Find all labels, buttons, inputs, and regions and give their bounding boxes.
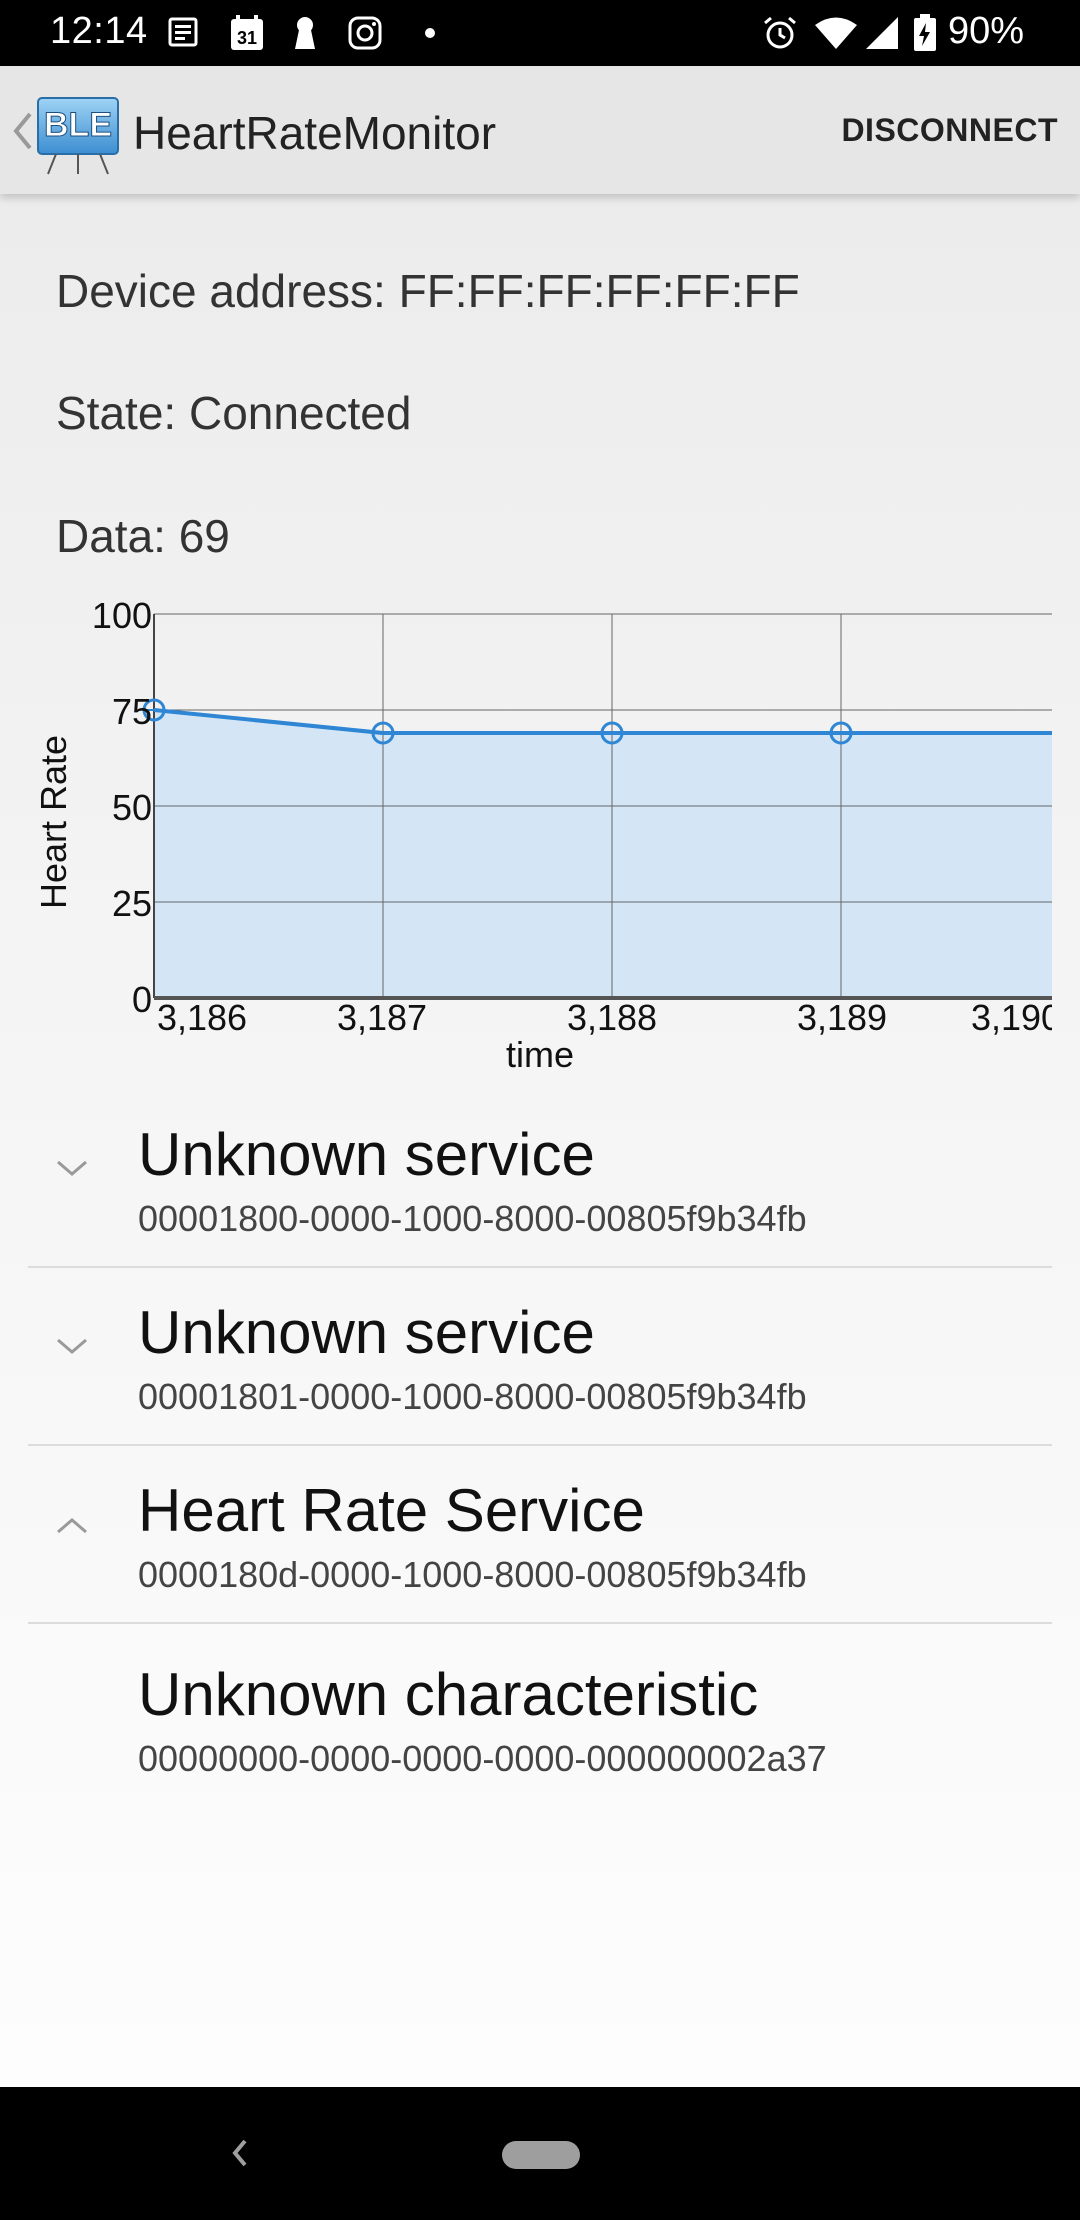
battery-charging-icon	[910, 14, 940, 52]
chevron-down-icon[interactable]	[52, 1332, 92, 1362]
back-chevron-icon[interactable]	[8, 106, 38, 156]
svg-text:BLE: BLE	[44, 106, 112, 144]
service-uuid: 00001800-0000-1000-8000-00805f9b34fb	[138, 1198, 807, 1239]
chart-y-tick-label: 25	[112, 883, 152, 924]
data-value: Data: 69	[56, 510, 230, 562]
instagram-icon	[346, 14, 384, 52]
nav-back-icon[interactable]	[225, 2129, 255, 2177]
chevron-down-icon[interactable]	[52, 1154, 92, 1184]
chevron-up-icon[interactable]	[52, 1510, 92, 1540]
list-divider	[28, 1622, 1052, 1624]
wifi-icon	[814, 14, 858, 52]
chart-y-tick-label: 100	[92, 600, 152, 636]
characteristic-title: Unknown characteristic	[138, 1661, 759, 1728]
heart-rate-chart: 0 25 50 75 100 3,186 3,187 3,188 3,189 3,190 time H…	[33, 600, 1061, 1075]
service-title: Unknown service	[138, 1299, 595, 1366]
app-bar: BLE HeartRateMonitor DISCONNECT	[0, 66, 1080, 194]
chart-x-tick-label: 3,190	[971, 997, 1061, 1038]
alarm-icon	[762, 14, 798, 52]
service-title: Unknown service	[138, 1121, 595, 1188]
chart-x-tick-label: 3,186	[157, 997, 247, 1038]
navigation-bar	[0, 2087, 1080, 2220]
app-title: HeartRateMonitor	[133, 107, 497, 159]
service-uuid: 00001801-0000-1000-8000-00805f9b34fb	[138, 1376, 807, 1417]
dot-icon	[420, 14, 440, 52]
disconnect-button[interactable]: DISCONNECT	[841, 112, 1058, 149]
chart-x-tick-label: 3,188	[567, 997, 657, 1038]
connection-state: State: Connected	[56, 387, 412, 439]
chart-y-axis-title: Heart Rate	[33, 735, 74, 909]
service-title: Heart Rate Service	[138, 1477, 645, 1544]
chart-y-tick-label: 75	[112, 691, 152, 732]
status-time: 12:14	[50, 10, 148, 52]
battery-percent: 90%	[948, 10, 1025, 52]
chart-y-tick-label: 0	[132, 979, 152, 1020]
device-address: Device address: FF:FF:FF:FF:FF:FF	[56, 265, 800, 317]
characteristic-uuid: 00000000-0000-0000-0000-000000002a37	[138, 1738, 827, 1779]
ble-logo-icon: BLE	[36, 96, 120, 176]
calendar-icon: 31	[228, 14, 266, 52]
chart-y-tick-label: 50	[112, 787, 152, 828]
chart-x-tick-label: 3,187	[337, 997, 427, 1038]
signal-icon	[864, 14, 900, 52]
keyhole-icon	[290, 14, 320, 52]
nav-home-pill[interactable]	[502, 2141, 580, 2169]
chart-x-tick-label: 3,189	[797, 997, 887, 1038]
status-bar: 12:14 31 90%	[0, 0, 1080, 66]
list-divider	[28, 1444, 1052, 1446]
service-item[interactable]: Unknown service 00001801-0000-1000-8000-0…	[28, 1276, 1052, 1454]
news-icon	[166, 14, 204, 52]
chart-x-axis-title: time	[506, 1034, 574, 1075]
svg-text:31: 31	[237, 28, 257, 48]
service-item[interactable]: Unknown service 00001800-0000-1000-8000-0…	[28, 1098, 1052, 1276]
service-item[interactable]: Heart Rate Service 0000180d-0000-1000-800…	[28, 1454, 1052, 1632]
list-divider	[28, 1266, 1052, 1268]
service-uuid: 0000180d-0000-1000-8000-00805f9b34fb	[138, 1554, 807, 1595]
characteristic-item[interactable]: Unknown characteristic 00000000-0000-000…	[28, 1638, 1052, 1816]
